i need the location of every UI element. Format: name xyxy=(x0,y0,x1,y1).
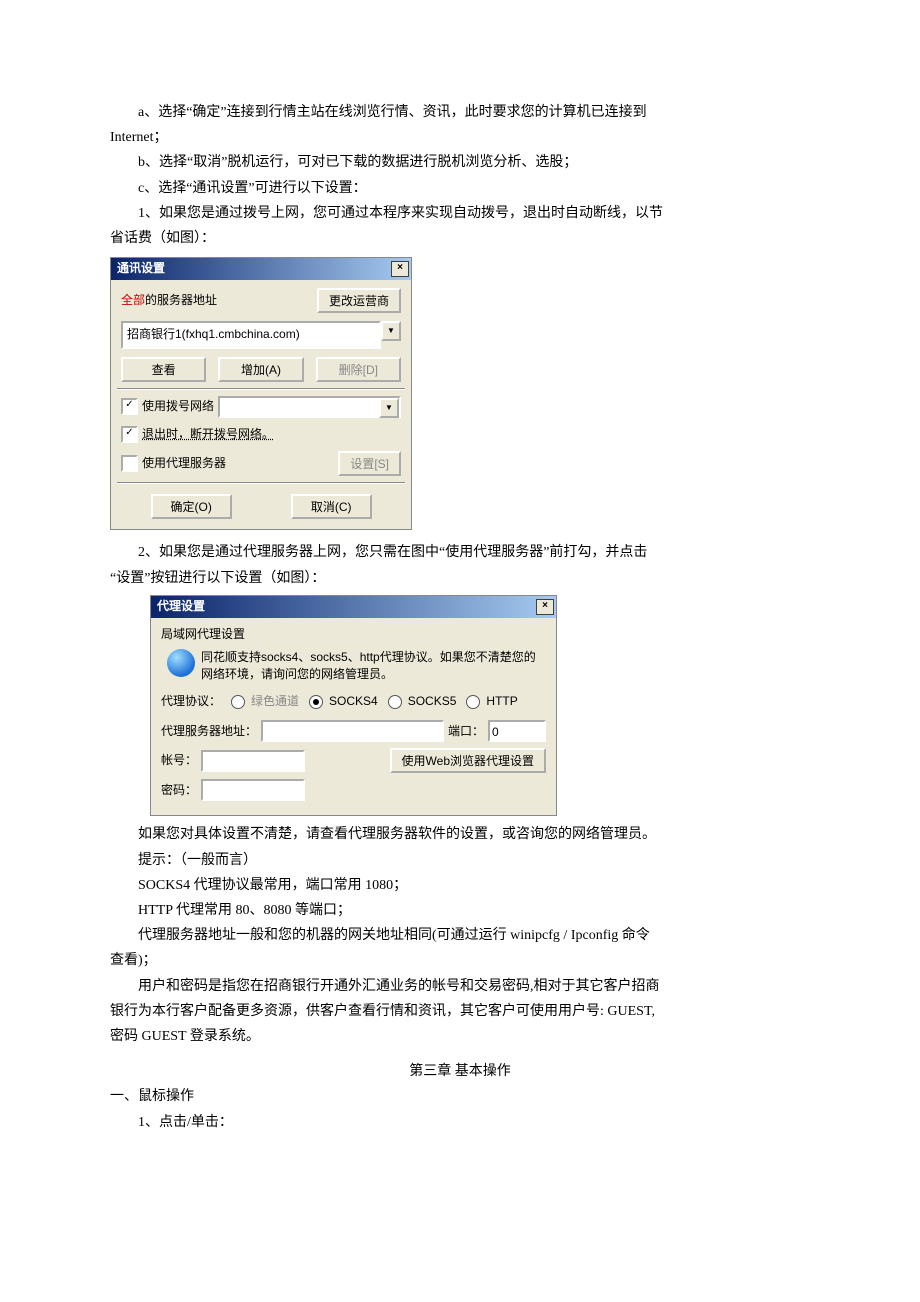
para-1-line1: 1、如果您是通过拨号上网，您可通过本程序来实现自动拨号，退出时自动断线，以节 xyxy=(110,201,810,226)
radio-green-label: 绿色通道 xyxy=(251,691,299,713)
proxy-checkbox[interactable] xyxy=(121,455,138,472)
proxy-info-text: 同花顺支持socks4、socks5、http代理协议。如果您不清楚您的网络环境… xyxy=(201,649,546,683)
after-6-line3: 密码 GUEST 登录系统。 xyxy=(110,1024,810,1049)
chevron-down-icon[interactable]: ▼ xyxy=(381,321,401,341)
para-a-line1: a、选择“确定”连接到行情主站在线浏览行情、资讯，此时要求您的计算机已连接到 xyxy=(110,100,810,125)
server-select[interactable]: 招商银行1(fxhq1.cmbchina.com) xyxy=(121,321,381,349)
after-1: 如果您对具体设置不清楚，请查看代理服务器软件的设置，或咨询您的网络管理员。 xyxy=(110,822,810,847)
radio-green xyxy=(231,695,245,709)
password-label: 密码： xyxy=(161,780,197,802)
proxy-address-input[interactable] xyxy=(261,720,444,742)
exit-disconnect-checkbox[interactable]: ✓ xyxy=(121,426,138,443)
dialog1-title: 通讯设置 xyxy=(117,258,165,280)
dialog2-titlebar: 代理设置 × xyxy=(151,596,556,618)
radio-socks4-label: SOCKS4 xyxy=(329,691,378,713)
para-b: b、选择“取消”脱机运行，可对已下载的数据进行脱机浏览分析、选股； xyxy=(110,150,810,175)
proxy-settings-dialog: 代理设置 × 局域网代理设置 同花顺支持socks4、socks5、http代理… xyxy=(150,595,557,817)
protocol-label: 代理协议： xyxy=(161,691,221,713)
after-2: 提示：（一般而言） xyxy=(110,848,810,873)
after-4: HTTP 代理常用 80、8080 等端口； xyxy=(110,898,810,923)
server-scope-label: 全部的服务器地址 xyxy=(121,290,217,312)
lan-group-label: 局域网代理设置 xyxy=(161,624,546,646)
radio-http[interactable] xyxy=(466,695,480,709)
section-1: 一、鼠标操作 xyxy=(110,1084,810,1109)
globe-icon xyxy=(167,649,195,677)
dialog2-title: 代理设置 xyxy=(157,596,205,618)
after-3: SOCKS4 代理协议最常用，端口常用 1080； xyxy=(110,873,810,898)
proxy-label: 使用代理服务器 xyxy=(142,453,226,475)
dial-combo[interactable]: ▼ xyxy=(218,396,401,418)
add-button[interactable]: 增加(A) xyxy=(218,357,303,382)
after-6-line1: 用户和密码是指您在招商银行开通外汇通业务的帐号和交易密码,相对于其它客户招商 xyxy=(110,974,810,999)
cancel-button[interactable]: 取消(C) xyxy=(291,494,372,519)
close-icon[interactable]: × xyxy=(391,261,409,277)
para-c: c、选择“通讯设置”可进行以下设置： xyxy=(110,176,810,201)
para-a-line2: Internet； xyxy=(110,125,810,150)
account-label: 帐号： xyxy=(161,750,197,772)
chevron-down-icon[interactable]: ▼ xyxy=(379,398,399,418)
after-5-line1: 代理服务器地址一般和您的机器的网关地址相同(可通过运行 winipcfg / I… xyxy=(110,923,810,948)
addr-label: 代理服务器地址： xyxy=(161,721,257,743)
ok-button[interactable]: 确定(O) xyxy=(151,494,232,519)
delete-button: 删除[D] xyxy=(316,357,401,382)
dialog1-titlebar: 通讯设置 × xyxy=(111,258,411,280)
close-icon[interactable]: × xyxy=(536,599,554,615)
all-label: 全部 xyxy=(121,293,145,307)
section-1-1: 1、点击/单击： xyxy=(110,1110,810,1135)
change-carrier-button[interactable]: 更改运营商 xyxy=(317,288,401,313)
radio-socks5-label: SOCKS5 xyxy=(408,691,457,713)
after-5-line2: 查看)； xyxy=(110,948,810,973)
port-label: 端口： xyxy=(448,721,484,743)
view-button[interactable]: 查看 xyxy=(121,357,206,382)
after-6-line2: 银行为本行客户配备更多资源，供客户查看行情和资讯，其它客户可使用用户号: GUE… xyxy=(110,999,810,1024)
dial-checkbox[interactable]: ✓ xyxy=(121,398,138,415)
para-2-line1: 2、如果您是通过代理服务器上网，您只需在图中“使用代理服务器”前打勾，并点击 xyxy=(110,540,810,565)
use-web-proxy-button[interactable]: 使用Web浏览器代理设置 xyxy=(390,748,546,773)
chapter-heading: 第三章 基本操作 xyxy=(110,1059,810,1084)
comm-settings-dialog: 通讯设置 × 全部的服务器地址 更改运营商 招商银行1(fxhq1.cmbchi… xyxy=(110,257,412,530)
radio-socks4[interactable] xyxy=(309,695,323,709)
account-input[interactable] xyxy=(201,750,305,772)
protocol-radio-group: 代理协议： 绿色通道 SOCKS4 SOCKS5 HTTP xyxy=(161,691,546,713)
proxy-port-input[interactable]: 0 xyxy=(488,720,546,742)
password-input[interactable] xyxy=(201,779,305,801)
radio-http-label: HTTP xyxy=(486,691,517,713)
proxy-config-button: 设置[S] xyxy=(338,451,401,476)
para-1-line2: 省话费（如图）： xyxy=(110,226,810,251)
dial-label: 使用拨号网络 xyxy=(142,396,214,418)
exit-disconnect-label: 退出时，断开拨号网络。 xyxy=(142,424,274,446)
para-2-line2: “设置”按钮进行以下设置（如图）： xyxy=(110,566,810,591)
radio-socks5[interactable] xyxy=(388,695,402,709)
server-select-value: 招商银行1(fxhq1.cmbchina.com) xyxy=(127,324,300,346)
